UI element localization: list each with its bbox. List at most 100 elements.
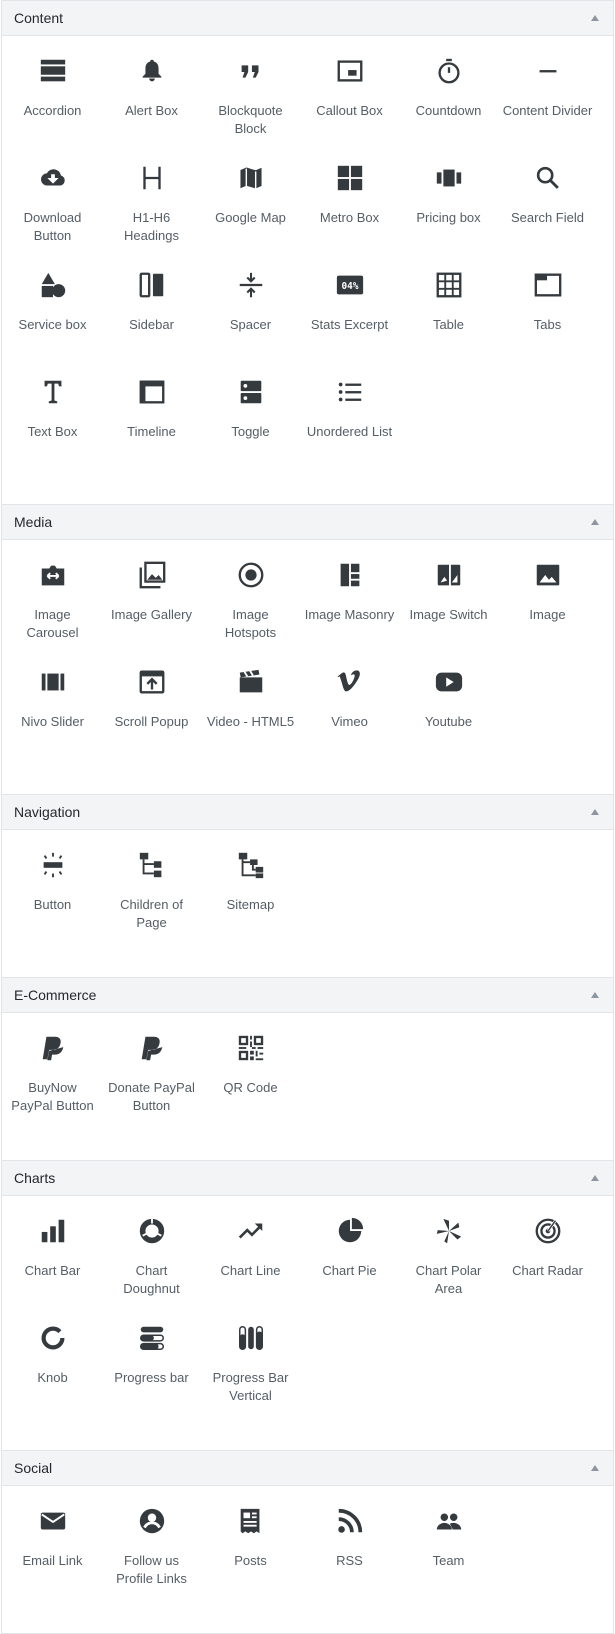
block-item-timeline[interactable]: Timeline (102, 375, 201, 482)
block-item-image-switch[interactable]: Image Switch (399, 558, 498, 665)
email-icon (37, 1505, 69, 1537)
block-item-team[interactable]: Team (399, 1504, 498, 1611)
block-item-progress-bar[interactable]: Progress bar (102, 1321, 201, 1428)
doughnut-chart-icon (136, 1215, 168, 1247)
block-item-image-carousel[interactable]: Image Carousel (3, 558, 102, 665)
block-item-label: Image Carousel (26, 607, 79, 640)
gallery-icon (136, 559, 168, 591)
block-item-blockquote-block[interactable]: Blockquote Block (201, 54, 300, 161)
block-grid: Image Carousel Image Gallery Image Hotspot… (2, 540, 613, 794)
block-item-label: Progress bar (114, 1370, 189, 1385)
block-item-button[interactable]: Button (3, 848, 102, 955)
button-icon (37, 849, 69, 881)
sitemap-icon (235, 849, 267, 881)
block-item-chart-pie[interactable]: Chart Pie (300, 1214, 399, 1321)
panel-header-media[interactable]: Media (2, 505, 613, 540)
block-item-posts[interactable]: Posts (201, 1504, 300, 1611)
collapse-arrow-icon[interactable] (591, 1175, 599, 1181)
block-item-image-gallery[interactable]: Image Gallery (102, 558, 201, 665)
block-item-service-box[interactable]: Service box (3, 268, 102, 375)
block-item-youtube[interactable]: Youtube (399, 665, 498, 772)
block-item-label: Search Field (511, 210, 584, 225)
block-item-donate-paypal-button[interactable]: Donate PayPal Button (102, 1031, 201, 1138)
block-item-label: Text Box (27, 424, 78, 439)
panel-header-navigation[interactable]: Navigation (2, 795, 613, 830)
search-icon (532, 162, 564, 194)
panel-e-commerce: E-Commerce BuyNow PayPal Button Donate Pay… (1, 978, 614, 1161)
collapse-arrow-icon[interactable] (591, 1465, 599, 1471)
block-item-label: Sidebar (129, 317, 174, 332)
quote-icon (235, 55, 267, 87)
block-item-toggle[interactable]: Toggle (201, 375, 300, 482)
vimeo-icon (334, 666, 366, 698)
collapse-arrow-icon[interactable] (591, 15, 599, 21)
block-item-label: Image (529, 607, 566, 622)
block-item-chart-line[interactable]: Chart Line (201, 1214, 300, 1321)
qr-icon (235, 1032, 267, 1064)
block-item-image-hotspots[interactable]: Image Hotspots (201, 558, 300, 665)
block-item-sitemap[interactable]: Sitemap (201, 848, 300, 955)
block-item-scroll-popup[interactable]: Scroll Popup (102, 665, 201, 772)
block-item-progress-bar-vertical[interactable]: Progress Bar Vertical (201, 1321, 300, 1428)
block-item-follow-us-profile-links[interactable]: Follow us Profile Links (102, 1504, 201, 1611)
block-item-unordered-list[interactable]: Unordered List (300, 375, 399, 482)
block-item-stats-excerpt[interactable]: 04% Stats Excerpt (300, 268, 399, 375)
block-item-spacer[interactable]: Spacer (201, 268, 300, 375)
radar-chart-icon (532, 1215, 564, 1247)
block-item-rss[interactable]: RSS (300, 1504, 399, 1611)
block-item-table[interactable]: Table (399, 268, 498, 375)
panel-header-social[interactable]: Social (2, 1451, 613, 1486)
panel-header-charts[interactable]: Charts (2, 1161, 613, 1196)
block-item-children-of-page[interactable]: Children of Page (102, 848, 201, 955)
block-item-nivo-slider[interactable]: Nivo Slider (3, 665, 102, 772)
block-item-sidebar[interactable]: Sidebar (102, 268, 201, 375)
block-item-label: Callout Box (316, 103, 383, 118)
hotspot-icon (235, 559, 267, 591)
block-item-content-divider[interactable]: Content Divider (498, 54, 597, 161)
block-item-download-button[interactable]: Download Button (3, 161, 102, 268)
panel-media: Media Image Carousel Image Gallery Image Ho… (1, 505, 614, 795)
line-chart-icon (235, 1215, 267, 1247)
panel-header-e-commerce[interactable]: E-Commerce (2, 978, 613, 1013)
block-item-metro-box[interactable]: Metro Box (300, 161, 399, 268)
block-item-label: Accordion (23, 103, 82, 118)
block-item-accordion[interactable]: Accordion (3, 54, 102, 161)
block-item-callout-box[interactable]: Callout Box (300, 54, 399, 161)
block-item-pricing-box[interactable]: Pricing box (399, 161, 498, 268)
block-item-search-field[interactable]: Search Field (498, 161, 597, 268)
block-item-tabs[interactable]: Tabs (498, 268, 597, 375)
paypal-icon (37, 1032, 69, 1064)
block-item-alert-box[interactable]: Alert Box (102, 54, 201, 161)
block-item-label: Posts (234, 1553, 267, 1568)
pie-chart-icon (334, 1215, 366, 1247)
block-item-video-html5[interactable]: Video - HTML5 (201, 665, 300, 772)
block-item-h1-h6-headings[interactable]: H1-H6 Headings (102, 161, 201, 268)
bell-icon (136, 55, 168, 87)
block-item-countdown[interactable]: Countdown (399, 54, 498, 161)
block-item-chart-polar-area[interactable]: Chart Polar Area (399, 1214, 498, 1321)
block-item-email-link[interactable]: Email Link (3, 1504, 102, 1611)
block-item-qr-code[interactable]: QR Code (201, 1031, 300, 1138)
rss-icon (334, 1505, 366, 1537)
collapse-arrow-icon[interactable] (591, 519, 599, 525)
youtube-icon (433, 666, 465, 698)
block-item-image[interactable]: Image (498, 558, 597, 665)
panel-header-content[interactable]: Content (2, 1, 613, 36)
stats-icon: 04% (334, 269, 366, 301)
block-item-image-masonry[interactable]: Image Masonry (300, 558, 399, 665)
block-item-text-box[interactable]: Text Box (3, 375, 102, 482)
block-item-buynow-paypal-button[interactable]: BuyNow PayPal Button (3, 1031, 102, 1138)
block-item-google-map[interactable]: Google Map (201, 161, 300, 268)
block-item-label: Timeline (127, 424, 176, 439)
grid-icon (334, 162, 366, 194)
block-item-chart-doughnut[interactable]: Chart Doughnut (102, 1214, 201, 1321)
cloud-download-icon (37, 162, 69, 194)
block-item-chart-radar[interactable]: Chart Radar (498, 1214, 597, 1321)
collapse-arrow-icon[interactable] (591, 992, 599, 998)
collapse-arrow-icon[interactable] (591, 809, 599, 815)
knob-icon (37, 1322, 69, 1354)
block-item-label: Progress Bar Vertical (212, 1370, 289, 1403)
block-item-vimeo[interactable]: Vimeo (300, 665, 399, 772)
block-item-chart-bar[interactable]: Chart Bar (3, 1214, 102, 1321)
block-item-knob[interactable]: Knob (3, 1321, 102, 1428)
